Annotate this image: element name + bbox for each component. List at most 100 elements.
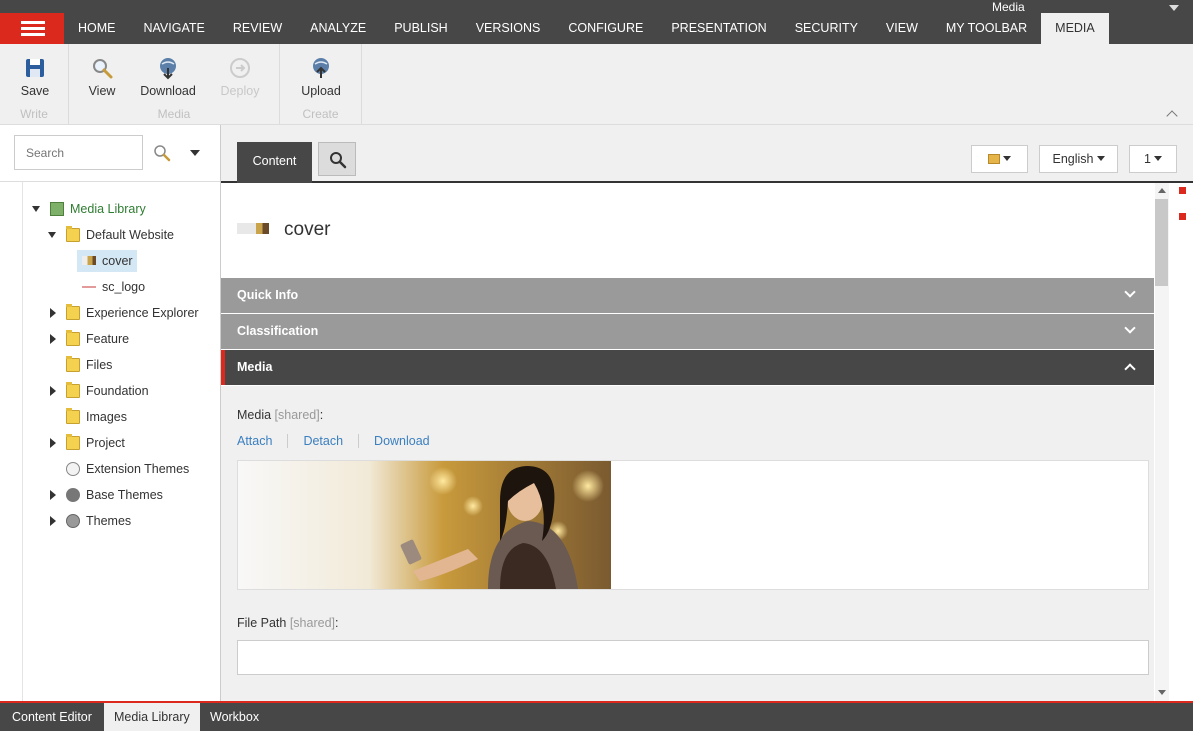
- folder-icon: [66, 408, 80, 424]
- collapse-ribbon-icon[interactable]: [1166, 110, 1178, 122]
- item-icon-dropdown[interactable]: [971, 145, 1028, 173]
- language-dropdown[interactable]: English: [1039, 145, 1118, 173]
- folder-icon: [66, 356, 80, 372]
- tab-versions[interactable]: VERSIONS: [462, 13, 555, 44]
- deploy-button[interactable]: Deploy: [217, 56, 263, 98]
- folder-icon: [66, 382, 80, 398]
- tab-home[interactable]: HOME: [64, 13, 130, 44]
- view-button[interactable]: View: [82, 56, 122, 98]
- chevron-down-icon: [1124, 286, 1136, 298]
- download-link[interactable]: Download: [374, 434, 445, 448]
- editor-content: cover Quick Info Classification Media Me…: [221, 183, 1155, 701]
- section-quick-info[interactable]: Quick Info: [221, 278, 1154, 313]
- tree-item-foundation[interactable]: Foundation: [50, 381, 215, 401]
- media-preview-frame: [237, 460, 1149, 590]
- folder-icon: [66, 226, 80, 242]
- tab-workbox[interactable]: Workbox: [200, 703, 269, 731]
- globe-download-icon: [156, 56, 180, 80]
- cover-image-preview[interactable]: [238, 461, 611, 589]
- tab-my-toolbar[interactable]: MY TOOLBAR: [932, 13, 1041, 44]
- expand-arrow-icon[interactable]: [50, 308, 56, 318]
- search-options-dropdown-icon[interactable]: [190, 150, 200, 156]
- tab-analyze[interactable]: ANALYZE: [296, 13, 380, 44]
- vertical-scrollbar[interactable]: [1155, 183, 1169, 701]
- content-tree-pane: Media Library Default Website cover sc_l…: [0, 125, 221, 701]
- upload-button[interactable]: Upload: [298, 56, 344, 98]
- group-label-create: Create: [302, 107, 339, 121]
- expand-arrow-icon[interactable]: [50, 490, 56, 500]
- view-label: View: [88, 84, 116, 98]
- scrollbar-thumb[interactable]: [1155, 199, 1168, 286]
- chevron-down-icon[interactable]: [1169, 5, 1179, 11]
- detach-link[interactable]: Detach: [303, 434, 360, 448]
- tree-search-box: [14, 135, 143, 170]
- tree-label: Feature: [86, 332, 130, 346]
- tab-publish[interactable]: PUBLISH: [380, 13, 462, 44]
- save-icon: [23, 56, 47, 80]
- tab-presentation[interactable]: PRESENTATION: [657, 13, 780, 44]
- collapse-arrow-icon[interactable]: [48, 232, 56, 238]
- hamburger-menu-button[interactable]: [0, 13, 64, 44]
- tab-security[interactable]: SECURITY: [781, 13, 872, 44]
- field-name: File Path: [237, 616, 287, 630]
- group-label-write: Write: [20, 107, 48, 121]
- validation-marker[interactable]: [1179, 213, 1186, 220]
- tree-item-extension-themes[interactable]: Extension Themes: [50, 459, 215, 479]
- theme-icon: [66, 488, 80, 502]
- scroll-up-arrow-icon[interactable]: [1158, 188, 1166, 193]
- section-classification[interactable]: Classification: [221, 314, 1154, 349]
- media-section-body: Media [shared]: Attach Detach Download F…: [221, 386, 1154, 701]
- attach-link[interactable]: Attach: [237, 434, 289, 448]
- tree-item-cover[interactable]: cover: [80, 251, 140, 271]
- database-icon: [988, 154, 1000, 164]
- tab-media-library[interactable]: Media Library: [104, 703, 200, 731]
- ribbon-group-write: Save Write: [0, 44, 69, 125]
- tab-content-editor[interactable]: Content Editor: [2, 703, 102, 731]
- tree-item-themes[interactable]: Themes: [50, 511, 215, 531]
- tree-label: Base Themes: [86, 488, 163, 502]
- save-button[interactable]: Save: [13, 56, 57, 98]
- tree-item-media-library[interactable]: Media Library: [32, 199, 212, 219]
- tab-navigate[interactable]: NAVIGATE: [130, 13, 219, 44]
- media-field-label: Media [shared]:: [237, 408, 323, 422]
- tree-item-images[interactable]: Images: [50, 407, 215, 427]
- tree-item-project[interactable]: Project: [50, 433, 215, 453]
- expand-arrow-icon[interactable]: [50, 334, 56, 344]
- tree-search-input[interactable]: [15, 136, 142, 169]
- version-value: 1: [1144, 152, 1151, 166]
- tab-media[interactable]: MEDIA: [1041, 13, 1109, 44]
- tab-content[interactable]: Content: [237, 142, 312, 183]
- tree-item-feature[interactable]: Feature: [50, 329, 215, 349]
- tab-review[interactable]: REVIEW: [219, 13, 296, 44]
- validation-marker[interactable]: [1179, 187, 1186, 194]
- tree-guide-line: [22, 182, 23, 701]
- media-actions: Attach Detach Download: [237, 434, 460, 448]
- tab-view[interactable]: VIEW: [872, 13, 932, 44]
- search-tab-button[interactable]: [318, 142, 356, 176]
- tree-item-experience-explorer[interactable]: Experience Explorer: [50, 303, 215, 323]
- expand-arrow-icon[interactable]: [50, 386, 56, 396]
- scroll-down-arrow-icon[interactable]: [1158, 690, 1166, 695]
- group-label-media: Media: [157, 107, 191, 121]
- collapse-arrow-icon[interactable]: [32, 206, 40, 212]
- tab-configure[interactable]: CONFIGURE: [554, 13, 657, 44]
- tree-item-default-website[interactable]: Default Website: [48, 225, 218, 245]
- section-title: Quick Info: [237, 288, 299, 302]
- item-thumbnail: [237, 223, 269, 234]
- field-suffix: :: [319, 408, 324, 422]
- section-media[interactable]: Media: [221, 350, 1154, 385]
- download-button[interactable]: Download: [137, 56, 199, 98]
- expand-arrow-icon[interactable]: [50, 516, 56, 526]
- tree-item-files[interactable]: Files: [50, 355, 215, 375]
- version-dropdown[interactable]: 1: [1129, 145, 1177, 173]
- tree-item-base-themes[interactable]: Base Themes: [50, 485, 215, 505]
- tree-item-sc-logo[interactable]: sc_logo: [80, 277, 160, 297]
- download-label: Download: [140, 84, 196, 98]
- tree-label: cover: [102, 254, 133, 268]
- section-title: Media: [237, 360, 273, 374]
- search-icon[interactable]: [153, 144, 171, 162]
- shared-tag: [shared]: [289, 616, 335, 630]
- language-value: English: [1052, 152, 1094, 166]
- expand-arrow-icon[interactable]: [50, 438, 56, 448]
- file-path-field[interactable]: [237, 640, 1149, 675]
